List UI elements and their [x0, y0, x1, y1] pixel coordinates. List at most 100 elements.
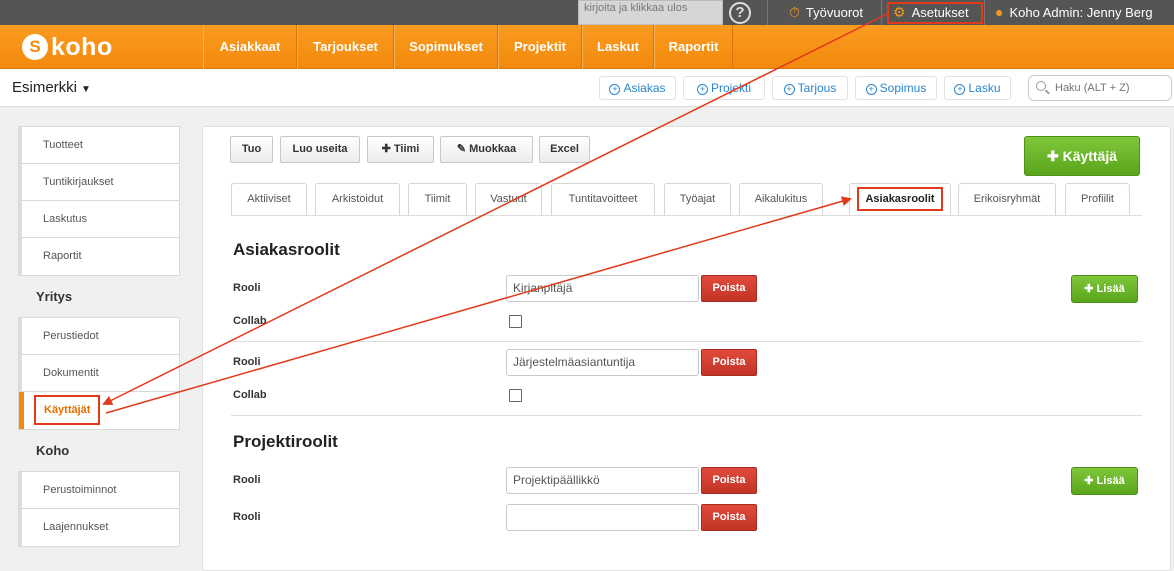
sidebar-group-koho: Perustoiminnot Laajennukset	[18, 471, 180, 547]
add-user-label: Käyttäjä	[1062, 148, 1118, 164]
sidebar-item-laskutus[interactable]: Laskutus	[19, 201, 179, 238]
quick-add-lasku[interactable]: + Lasku	[944, 76, 1011, 100]
user-menu[interactable]: ● Koho Admin: Jenny Berg	[995, 0, 1153, 25]
tyovuorot-label: Työvuorot	[805, 5, 864, 20]
nav-tarjoukset[interactable]: Tarjoukset	[297, 25, 394, 69]
plus-icon: ✚	[1084, 475, 1097, 487]
tab-vastuut[interactable]: Vastuut	[475, 183, 542, 216]
tab-tuntitavoitteet[interactable]: Tuntitavoitteet	[551, 183, 655, 216]
divider	[767, 0, 768, 25]
role-label: Rooli	[233, 474, 261, 486]
divider	[231, 341, 1142, 342]
divider	[231, 415, 1142, 416]
role-name-field[interactable]	[506, 504, 699, 531]
excel-button[interactable]: Excel	[539, 136, 590, 163]
tab-label: Asiakasroolit	[857, 187, 943, 211]
nav-projektit[interactable]: Projektit	[498, 25, 582, 69]
section-title-projektiroolit: Projektiroolit	[233, 432, 338, 451]
nav-raportit[interactable]: Raportit	[654, 25, 733, 69]
context-bar: Esimerkki ▼ + Asiakas + Projekti + Tarjous +…	[0, 69, 1174, 107]
company-selector[interactable]: Esimerkki ▼	[12, 79, 91, 96]
tuo-button[interactable]: Tuo	[230, 136, 273, 163]
sidebar-item-laajennukset[interactable]: Laajennukset	[19, 509, 179, 546]
sidebar-heading-koho: Koho	[36, 443, 70, 458]
muokkaa-button[interactable]: ✎ Muokkaa	[440, 136, 533, 163]
collab-checkbox[interactable]	[509, 315, 522, 328]
luo-useita-button[interactable]: Luo useita	[280, 136, 360, 163]
delete-role-button[interactable]: Poista	[701, 504, 757, 531]
plus-circle-icon: +	[954, 84, 966, 95]
divider	[881, 0, 882, 25]
divider	[984, 0, 985, 25]
sidebar-group-yritys: Perustiedot Dokumentit Käyttäjät	[18, 317, 180, 430]
role-label: Rooli	[233, 282, 261, 294]
add-user-button[interactable]: ✚ Käyttäjä	[1024, 136, 1140, 176]
collab-checkbox[interactable]	[509, 389, 522, 402]
sidebar-item-kayttajat[interactable]: Käyttäjät	[19, 392, 179, 429]
plus-circle-icon: +	[783, 84, 795, 95]
collab-label: Collab	[233, 389, 267, 401]
search-input[interactable]	[1053, 79, 1165, 97]
nav-asiakkaat[interactable]: Asiakkaat	[203, 25, 297, 69]
add-role-button[interactable]: ✚ Lisää	[1071, 275, 1138, 303]
sidebar-group-settings: Tuotteet Tuntikirjaukset Laskutus Raport…	[18, 126, 180, 276]
stopwatch-icon: ⏱	[789, 4, 800, 20]
delete-role-button[interactable]: Poista	[701, 275, 757, 302]
role-name-field[interactable]: Järjestelmäasiantuntija	[506, 349, 699, 376]
delete-role-button[interactable]: Poista	[701, 467, 757, 494]
delete-role-button[interactable]: Poista	[701, 349, 757, 376]
tiimi-label: Tiimi	[393, 143, 420, 155]
tab-baseline	[231, 215, 1142, 216]
system-bar: kirjoita ja klikkaa ulos ? ⏱ Työvuorot ⚙ A…	[0, 0, 1174, 25]
sidebar-item-label: Käyttäjät	[34, 395, 101, 425]
tab-tyoajat[interactable]: Työajat	[664, 183, 731, 216]
tab-profiilit[interactable]: Profiilit	[1065, 183, 1130, 216]
tab-erikoisryhmat[interactable]: Erikoisryhmät	[958, 183, 1056, 216]
plus-icon: ✚	[381, 143, 394, 155]
role-label: Rooli	[233, 356, 261, 368]
search-box[interactable]	[1028, 75, 1172, 101]
quick-add-asiakas[interactable]: + Asiakas	[599, 76, 676, 100]
tab-asiakasroolit[interactable]: Asiakasroolit	[849, 183, 951, 216]
nav-laskut[interactable]: Laskut	[582, 25, 654, 69]
plus-icon: ✚	[1084, 283, 1097, 295]
sidebar-item-raportit[interactable]: Raportit	[19, 238, 179, 275]
section-title-asiakasroolit: Asiakasroolit	[233, 240, 340, 259]
muokkaa-label: Muokkaa	[469, 143, 517, 155]
quick-add-projekti[interactable]: + Projekti	[683, 76, 765, 100]
tiimi-button[interactable]: ✚ Tiimi	[367, 136, 434, 163]
quick-add-label: Sopimus	[879, 81, 927, 95]
sidebar-item-perustoiminnot[interactable]: Perustoiminnot	[19, 472, 179, 509]
quick-add-tarjous[interactable]: + Tarjous	[772, 76, 848, 100]
sidebar-heading-yritys: Yritys	[36, 289, 73, 304]
quick-add-label: Asiakas	[623, 81, 666, 95]
annotation-highlight	[887, 2, 983, 24]
tab-aikalukitus[interactable]: Aikalukitus	[739, 183, 823, 216]
edit-icon: ✎	[456, 143, 470, 155]
nav-sopimukset[interactable]: Sopimukset	[394, 25, 498, 69]
company-name: Esimerkki	[12, 79, 78, 96]
main-nav: S koho Asiakkaat Tarjoukset Sopimukset P…	[0, 25, 1174, 69]
logo-mark-icon: S	[22, 34, 48, 60]
sidebar-item-dokumentit[interactable]: Dokumentit	[19, 355, 179, 392]
plus-circle-icon: +	[696, 84, 708, 95]
search-icon	[1036, 81, 1046, 91]
koho-logo[interactable]: S koho	[22, 32, 113, 62]
sidebar-item-perustiedot[interactable]: Perustiedot	[19, 318, 179, 355]
user-icon: ●	[995, 4, 1004, 20]
role-name-field[interactable]: Projektipäällikkö	[506, 467, 699, 494]
sidebar-item-tuntikirjaukset[interactable]: Tuntikirjaukset	[19, 164, 179, 201]
quick-add-label: Projekti	[710, 81, 751, 95]
add-role-label: Lisää	[1096, 475, 1125, 487]
tab-tiimit[interactable]: Tiimit	[408, 183, 467, 216]
help-icon[interactable]: ?	[729, 2, 751, 24]
role-name-field[interactable]: Kirjanpitäjä	[506, 275, 699, 302]
tyovuorot-link[interactable]: ⏱ Työvuorot	[789, 0, 863, 25]
quick-note-field[interactable]: kirjoita ja klikkaa ulos	[578, 0, 723, 25]
sidebar-item-tuotteet[interactable]: Tuotteet	[19, 127, 179, 164]
plus-circle-icon: +	[609, 84, 621, 95]
quick-add-sopimus[interactable]: + Sopimus	[855, 76, 937, 100]
tab-arkistoidut[interactable]: Arkistoidut	[315, 183, 400, 216]
tab-aktiiviset[interactable]: Aktiiviset	[231, 183, 307, 216]
add-role-button[interactable]: ✚ Lisää	[1071, 467, 1138, 495]
